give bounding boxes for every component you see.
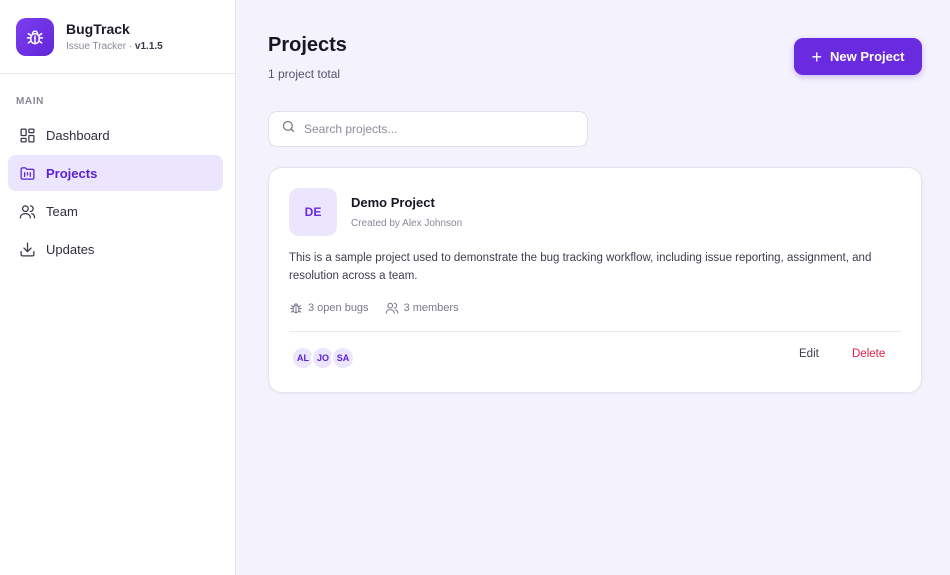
new-project-button[interactable]: + New Project — [794, 38, 922, 75]
project-meta: 3 open bugs 3 members — [289, 301, 475, 315]
users-icon — [18, 202, 36, 220]
card-divider — [289, 331, 901, 332]
sidebar-item-label: Updates — [46, 241, 95, 257]
sidebar-item-updates[interactable]: Updates — [8, 231, 223, 267]
sidebar-item-label: Team — [46, 203, 78, 219]
sidebar-item-projects[interactable]: Projects — [8, 155, 223, 191]
dashboard-icon — [18, 126, 36, 144]
projects-folder-icon — [18, 164, 36, 182]
plus-icon: + — [811, 46, 823, 67]
member-avatars: AL JO SA — [291, 346, 355, 370]
edit-button[interactable]: Edit — [799, 348, 819, 360]
nav-section-label: MAIN — [16, 96, 44, 107]
avatar: SA — [331, 346, 355, 370]
new-project-label: New Project — [830, 49, 905, 64]
sidebar-item-team[interactable]: Team — [8, 193, 223, 229]
members-text: 3 members — [403, 302, 459, 314]
page-title: Projects — [268, 34, 347, 56]
search-box — [268, 111, 588, 147]
sidebar: BugTrack Issue Tracker · v1.1.5 MAIN Das… — [0, 0, 236, 575]
delete-button[interactable]: Delete — [852, 348, 885, 360]
project-count: 1 project total — [268, 67, 341, 81]
bug-icon — [289, 301, 303, 315]
main-content: Projects 1 project total + New Project D… — [236, 0, 950, 575]
sidebar-nav: Dashboard Projects Team Updates — [0, 117, 235, 267]
project-name[interactable]: Demo Project — [351, 195, 435, 210]
search-input[interactable] — [304, 122, 574, 136]
project-card[interactable]: DE Demo Project Created by Alex Johnson … — [268, 167, 922, 393]
app-subtitle: Issue Tracker · v1.1.5 — [66, 41, 163, 52]
sidebar-item-label: Dashboard — [46, 127, 110, 143]
app-name: BugTrack — [66, 21, 130, 37]
sidebar-item-label: Projects — [46, 165, 98, 181]
members-stat: 3 members — [385, 301, 459, 315]
project-avatar: DE — [289, 188, 337, 236]
bug-icon — [16, 17, 54, 56]
download-icon — [18, 240, 36, 258]
project-description: This is a sample project used to demonst… — [289, 252, 872, 282]
open-bugs-stat: 3 open bugs — [289, 301, 369, 315]
open-bugs-text: 3 open bugs — [308, 302, 369, 314]
search-icon — [281, 119, 296, 139]
project-creator: Created by Alex Johnson — [351, 218, 463, 229]
app-version: v1.1.5 — [134, 41, 163, 52]
sidebar-item-dashboard[interactable]: Dashboard — [8, 117, 223, 153]
users-icon — [385, 301, 399, 315]
app-tagline: Issue Tracker · — [66, 41, 133, 52]
brand-header: BugTrack Issue Tracker · v1.1.5 — [0, 0, 235, 74]
